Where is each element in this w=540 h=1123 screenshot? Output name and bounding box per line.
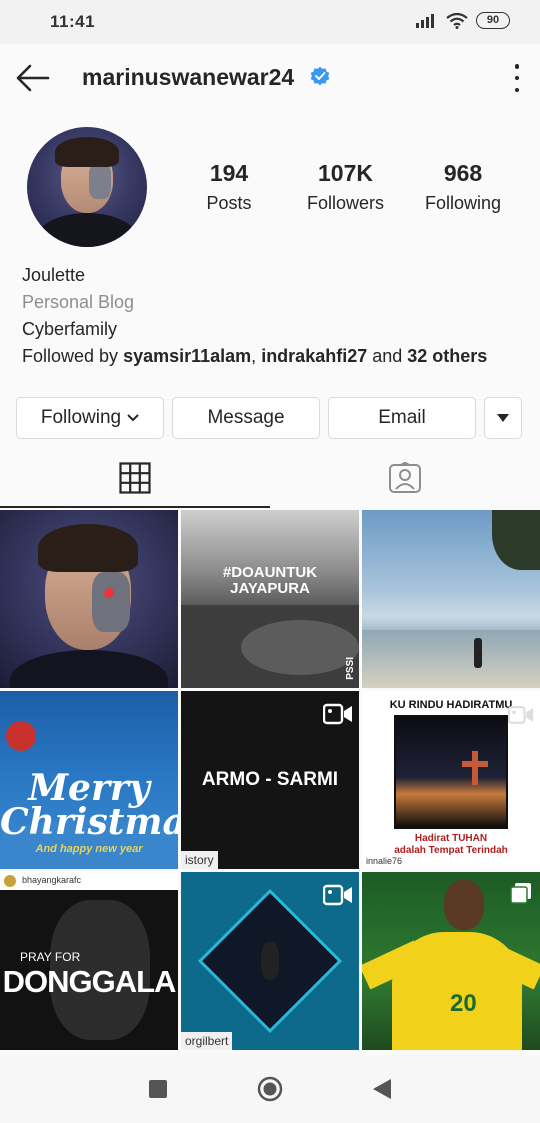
profile-category: Personal Blog [22, 292, 135, 312]
post-grid: #DOAUNTUK JAYAPURA PSSI Merry Christmas!… [0, 510, 540, 1050]
battery-indicator: 90 [476, 12, 510, 29]
stat-following-value: 968 [443, 160, 483, 186]
stat-posts-label: Posts [206, 193, 252, 213]
post-user-tag: bhayangkarafc [22, 875, 82, 885]
tab-grid[interactable] [0, 448, 270, 508]
signal-icon [416, 13, 434, 28]
suggested-accounts-button[interactable] [484, 397, 522, 439]
post-overlay-text: #DOAUNTUK JAYAPURA [222, 564, 318, 597]
post-thumbnail[interactable]: bhayangkarafc PRAY FOR DONGGALA [0, 872, 178, 1050]
followed-by-user-2[interactable]: indrakahfi27 [261, 346, 367, 366]
message-button[interactable]: Message [172, 397, 320, 439]
system-nav-bar [0, 1055, 540, 1123]
profile-tabs [0, 448, 540, 508]
post-thumbnail[interactable] [0, 510, 178, 688]
caret-down-icon [497, 414, 509, 422]
more-vertical-icon[interactable] [512, 64, 522, 92]
stat-following[interactable]: 968 Following [418, 160, 508, 214]
post-sub-text: Hadirat TUHAN [414, 833, 488, 844]
post-corner-text: orgilbert [181, 1032, 233, 1050]
video-icon [323, 703, 352, 725]
stat-following-label: Following [424, 193, 502, 213]
profile-name: Joulette [22, 265, 86, 285]
active-tab-indicator [0, 506, 270, 508]
tab-tagged[interactable] [270, 448, 540, 508]
post-thumbnail[interactable]: 20 [362, 872, 540, 1050]
chevron-down-icon [127, 414, 139, 422]
status-bar: 11:41 90 [0, 0, 540, 44]
post-overlay-text-2: DONGGALA [2, 964, 177, 999]
profile-header: marinuswanewar24 [0, 44, 540, 112]
post-sub-text: And happy new year [35, 843, 143, 855]
followed-by-user-1[interactable]: syamsir11alam [123, 346, 251, 366]
profile-bio-text: Cyberfamily [22, 319, 118, 339]
followed-by-others[interactable]: 32 others [407, 346, 487, 366]
post-thumbnail[interactable]: Merry Christmas! And happy new year [0, 691, 178, 869]
following-button-label: Following [40, 407, 122, 428]
post-thumbnail[interactable] [362, 510, 540, 688]
recents-icon[interactable] [149, 1080, 167, 1098]
profile-username: marinuswanewar24 [82, 64, 295, 90]
post-sub-text-2: adalah Tempat Terindah [394, 845, 508, 856]
stat-followers-value: 107K [318, 160, 373, 186]
message-button-label: Message [207, 407, 285, 428]
post-user-tag: innalie76 [366, 856, 403, 866]
post-overlay-text: ARMO - SARMI [201, 769, 339, 790]
video-icon [508, 706, 534, 724]
post-thumbnail[interactable]: ARMO - SARMI istory [181, 691, 359, 869]
back-icon[interactable] [373, 1079, 391, 1099]
post-overlay-text: Merry Christmas! [0, 767, 178, 843]
stat-followers-label: Followers [306, 193, 385, 213]
post-corner-text: istory [181, 851, 218, 869]
stat-followers[interactable]: 107K Followers [298, 160, 393, 214]
email-button-label: Email [378, 407, 426, 428]
profile-bio: Joulette Personal Blog Cyberfamily Follo… [22, 262, 487, 370]
email-button[interactable]: Email [328, 397, 476, 439]
carousel-icon [510, 883, 531, 904]
verified-badge-icon [310, 66, 330, 86]
profile-avatar[interactable] [27, 127, 147, 247]
status-time: 11:41 [50, 12, 96, 31]
back-arrow-icon[interactable] [14, 62, 50, 94]
stat-posts[interactable]: 194 Posts [195, 160, 263, 214]
post-thumbnail[interactable]: orgilbert [181, 872, 359, 1050]
jersey-number: 20 [450, 990, 477, 1017]
post-thumbnail[interactable]: #DOAUNTUK JAYAPURA PSSI [181, 510, 359, 688]
video-icon [323, 884, 352, 906]
followed-by-line[interactable]: Followed by syamsir11alam, indrakahfi27 … [22, 343, 487, 370]
wifi-icon [446, 12, 468, 29]
post-thumbnail[interactable]: KU RINDU HADIRATMU Hadirat TUHAN adalah … [362, 691, 540, 869]
post-watermark: PSSI [345, 657, 356, 680]
stat-posts-value: 194 [209, 160, 249, 186]
status-icons: 90 [416, 12, 510, 29]
grid-icon [119, 462, 151, 494]
home-icon[interactable] [257, 1076, 283, 1102]
following-button[interactable]: Following [16, 397, 164, 439]
post-overlay-text: PRAY FOR [20, 950, 81, 964]
tagged-icon [389, 462, 421, 493]
